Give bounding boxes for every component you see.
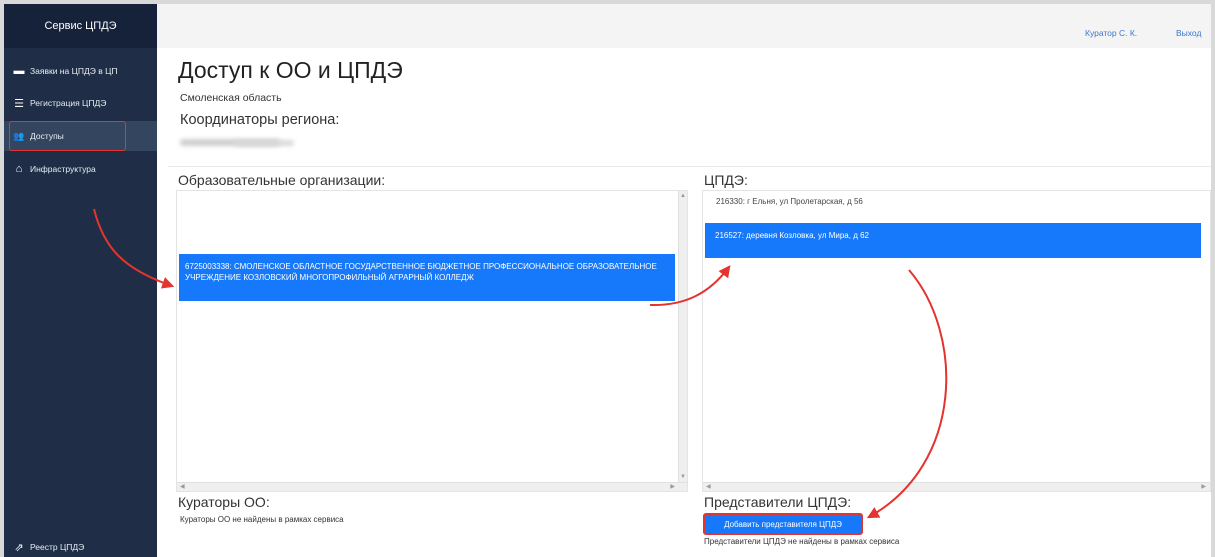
add-representative-button[interactable]: Добавить представителя ЦПДЭ xyxy=(703,513,863,535)
oo-horizontal-scrollbar[interactable]: ◀ ▶ xyxy=(177,482,687,491)
sidebar-item-registration[interactable]: ☰ Регистрация ЦПДЭ xyxy=(4,88,157,118)
home-icon: ⌂ xyxy=(15,163,23,175)
briefcase-icon: ▬ xyxy=(13,65,25,77)
cpde-list-item[interactable]: 216330: г Ельня, ул Пролетарская, д 56 xyxy=(716,197,863,206)
sidebar-item-label: Реестр ЦПДЭ xyxy=(30,542,85,552)
logout-link[interactable]: Выход xyxy=(1176,28,1201,38)
sidebar-item-label: Инфраструктура xyxy=(30,164,96,174)
page-title: Доступ к ОО и ЦПДЭ xyxy=(178,57,403,83)
oo-listbox[interactable]: ▲ ▼ ◀ ▶ xyxy=(176,190,688,492)
scroll-left-icon[interactable]: ◀ xyxy=(706,483,711,490)
scroll-right-icon[interactable]: ▶ xyxy=(1201,483,1206,490)
coordinator-redacted xyxy=(234,140,294,146)
scroll-left-icon[interactable]: ◀ xyxy=(180,483,185,490)
scroll-right-icon[interactable]: ▶ xyxy=(670,483,675,490)
app-frame: Сервис ЦПДЭ ▬ Заявки на ЦПДЭ в ЦП ☰ Реги… xyxy=(4,4,1211,557)
cpde-horizontal-scrollbar[interactable]: ◀ ▶ xyxy=(703,482,1210,491)
cpde-title: ЦПДЭ: xyxy=(704,172,748,188)
active-item-highlight xyxy=(9,121,126,151)
region-name: Смоленская область xyxy=(180,92,282,104)
sidebar-item-label: Регистрация ЦПДЭ xyxy=(30,98,107,108)
representatives-empty-text: Представители ЦПДЭ не найдены в рамках с… xyxy=(704,537,900,546)
oo-title: Образовательные организации: xyxy=(178,172,386,188)
oo-vertical-scrollbar[interactable]: ▲ ▼ xyxy=(678,191,687,491)
curators-empty-text: Кураторы ОО не найдены в рамках сервиса xyxy=(180,515,344,524)
curators-title: Кураторы ОО: xyxy=(178,494,270,510)
external-link-icon: ⇗ xyxy=(14,541,24,554)
user-link[interactable]: Куратор С. К. xyxy=(1085,28,1137,38)
topbar: Куратор С. К. Выход xyxy=(157,4,1211,48)
sidebar-item-registry[interactable]: ⇗ Реестр ЦПДЭ xyxy=(4,537,157,557)
scroll-up-icon[interactable]: ▲ xyxy=(680,193,686,199)
scroll-down-icon[interactable]: ▼ xyxy=(680,474,686,480)
brand-title[interactable]: Сервис ЦПДЭ xyxy=(4,4,157,48)
sidebar-item-infrastructure[interactable]: ⌂ Инфраструктура xyxy=(4,154,157,184)
sidebar-item-applications[interactable]: ▬ Заявки на ЦПДЭ в ЦП xyxy=(4,56,157,86)
representatives-title: Представители ЦПДЭ: xyxy=(704,494,852,510)
coordinators-title: Координаторы региона: xyxy=(180,112,340,128)
sidebar-item-label: Заявки на ЦПДЭ в ЦП xyxy=(30,66,118,76)
section-divider xyxy=(168,166,1211,167)
list-icon: ☰ xyxy=(14,97,24,110)
cpde-selected-item[interactable]: 216527: деревня Козловка, ул Мира, д 62 xyxy=(705,223,1201,258)
oo-selected-item[interactable]: 6725003338: СМОЛЕНСКОЕ ОБЛАСТНОЕ ГОСУДАР… xyxy=(179,254,675,301)
sidebar: Сервис ЦПДЭ ▬ Заявки на ЦПДЭ в ЦП ☰ Реги… xyxy=(4,4,157,557)
